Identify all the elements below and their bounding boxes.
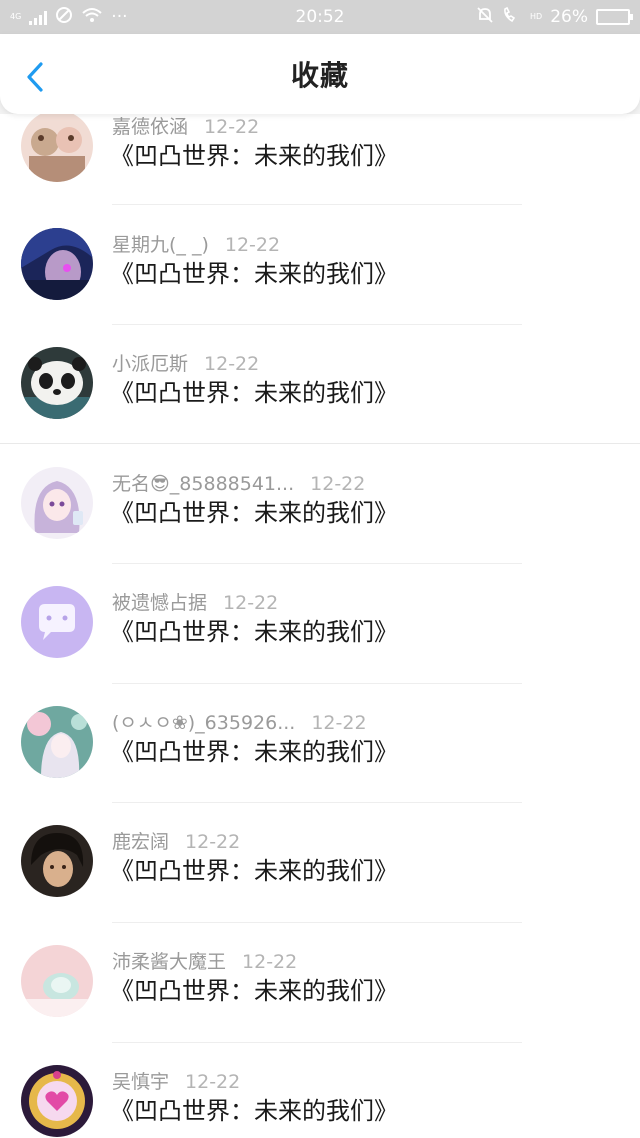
sender-meta: 被遗憾占据 12-22: [112, 588, 278, 614]
hd-call-icon: [502, 6, 522, 29]
hd-label: HD: [530, 12, 543, 21]
bell-muted-icon: [476, 6, 494, 29]
message-text: 《凹凸世界：未来的我们》: [110, 260, 398, 288]
sender-meta: 无名😎_85888541... 12-22: [112, 469, 365, 495]
sender-name: 沛柔酱大魔王: [112, 951, 227, 973]
avatar: [21, 825, 93, 897]
list-item[interactable]: 沛柔酱大魔王 12-22 《凹凸世界：未来的我们》: [0, 935, 640, 1055]
list-item[interactable]: 吴慎宇 12-22 《凹凸世界：未来的我们》: [0, 1055, 640, 1138]
sender-name: 被遗憾占据: [112, 592, 208, 614]
message-text: 《凹凸世界：未来的我们》: [110, 142, 398, 170]
nav-header: 收藏: [0, 34, 640, 114]
sender-meta: 星期九(_ _) 12-22: [112, 230, 280, 256]
message-date: 12-22: [185, 1071, 241, 1093]
status-right: HD 26%: [476, 6, 633, 29]
status-bar: 4G ··· 20:52 HD 26%: [0, 0, 640, 34]
message-date: 12-22: [311, 712, 367, 734]
divider: [112, 802, 522, 803]
sender-meta: 沛柔酱大魔王 12-22: [112, 947, 297, 973]
sender-name: 嘉德依涵: [112, 116, 189, 138]
message-text: 《凹凸世界：未来的我们》: [110, 1097, 398, 1125]
divider: [112, 683, 522, 684]
divider: [112, 1042, 522, 1043]
avatar: [21, 586, 93, 658]
avatar: [21, 706, 93, 778]
sender-name: (ㅇㅅㅇ❀)_635926...: [112, 712, 296, 734]
back-button[interactable]: [24, 62, 46, 92]
favorites-list: 嘉德依涵 12-22 《凹凸世界：未来的我们》 星期九(_ _) 12-22 《凹凸…: [0, 114, 640, 1138]
blocked-icon: [55, 6, 73, 29]
sender-meta: 小派厄斯 12-22: [112, 349, 259, 375]
sender-meta: 鹿宏阔 12-22: [112, 827, 240, 853]
divider: [112, 324, 522, 325]
message-date: 12-22: [242, 951, 298, 973]
message-date: 12-22: [310, 473, 366, 495]
list-item[interactable]: (ㅇㅅㅇ❀)_635926... 12-22 《凹凸世界：未来的我们》: [0, 696, 640, 816]
message-date: 12-22: [204, 353, 260, 375]
message-date: 12-22: [185, 831, 241, 853]
battery-percent: 26%: [550, 7, 588, 27]
sender-meta: (ㅇㅅㅇ❀)_635926... 12-22: [112, 708, 367, 734]
list-item[interactable]: 星期九(_ _) 12-22 《凹凸世界：未来的我们》: [0, 218, 640, 338]
message-date: 12-22: [223, 592, 279, 614]
divider: [0, 443, 640, 444]
message-text: 《凹凸世界：未来的我们》: [110, 857, 398, 885]
sender-meta: 嘉德依涵 12-22: [112, 114, 259, 138]
divider: [112, 922, 522, 923]
message-date: 12-22: [224, 234, 281, 256]
chevron-left-icon: [27, 62, 43, 92]
message-text: 《凹凸世界：未来的我们》: [110, 499, 398, 527]
signal-icon: [29, 9, 48, 25]
message-text: 《凹凸世界：未来的我们》: [110, 618, 398, 646]
battery-icon: [596, 9, 633, 25]
sender-meta: 吴慎宇 12-22: [112, 1067, 240, 1093]
message-date: 12-22: [204, 116, 260, 138]
sender-name: 无名😎_85888541...: [112, 473, 295, 495]
avatar: [21, 228, 93, 300]
list-item[interactable]: 无名😎_85888541... 12-22 《凹凸世界：未来的我们》: [0, 457, 640, 577]
sender-name: 鹿宏阔: [112, 831, 170, 853]
sender-name: 小派厄斯: [112, 353, 189, 375]
divider: [112, 204, 522, 205]
avatar: [21, 945, 93, 1017]
message-text: 《凹凸世界：未来的我们》: [110, 379, 398, 407]
network-type: 4G: [10, 12, 22, 21]
avatar: [21, 467, 93, 539]
page-title: 收藏: [290, 59, 349, 92]
avatar: [21, 347, 93, 419]
status-left: 4G ···: [10, 6, 128, 29]
sender-name: 星期九(_ _): [112, 234, 209, 256]
message-text: 《凹凸世界：未来的我们》: [110, 738, 398, 766]
message-text: 《凹凸世界：未来的我们》: [110, 977, 398, 1005]
divider: [112, 563, 522, 564]
list-item[interactable]: 小派厄斯 12-22 《凹凸世界：未来的我们》: [0, 337, 640, 457]
sender-name: 吴慎宇: [112, 1071, 170, 1093]
avatar: [21, 1065, 93, 1137]
list-item[interactable]: 被遗憾占据 12-22 《凹凸世界：未来的我们》: [0, 576, 640, 696]
wifi-icon: [81, 6, 103, 29]
list-item[interactable]: 鹿宏阔 12-22 《凹凸世界：未来的我们》: [0, 815, 640, 935]
avatar: [21, 114, 93, 182]
more-dots-icon: ···: [111, 7, 128, 27]
